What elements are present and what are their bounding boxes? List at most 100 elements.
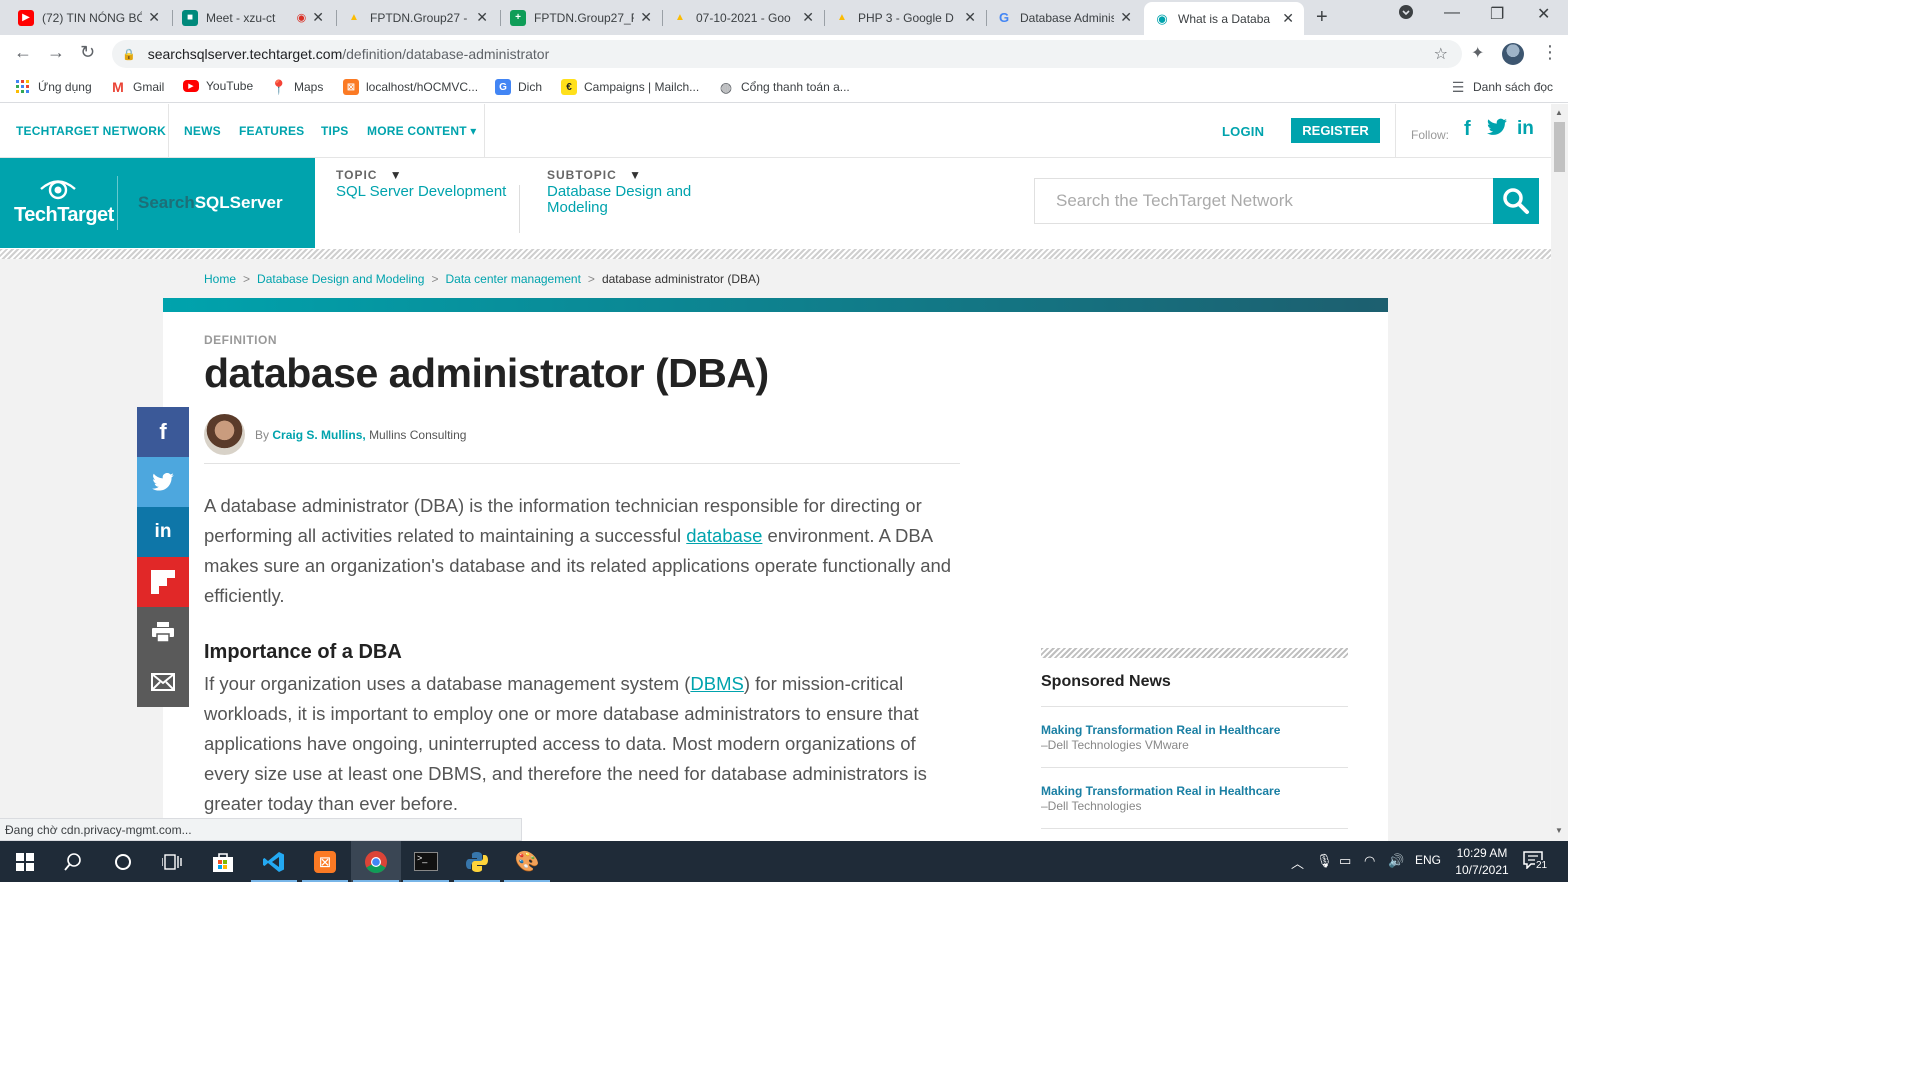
nav-features[interactable]: FEATURES [239,124,304,138]
topic-dropdown[interactable]: TOPIC ▼ [336,168,403,182]
bookmark-apps[interactable]: Ứng dụng [15,79,92,95]
share-print-button[interactable] [137,607,189,657]
language-indicator[interactable]: ENG [1415,853,1441,867]
nav-divider [484,104,485,157]
search-input[interactable]: Search the TechTarget Network [1034,178,1494,224]
clock-date: 10/7/2021 [1455,863,1509,877]
forward-icon[interactable]: → [47,42,65,63]
scroll-up-icon[interactable]: ▲ [1555,108,1563,117]
dbms-link[interactable]: DBMS [690,673,743,694]
bookmark-mailchimp[interactable]: € Campaigns | Mailch... [561,79,699,95]
tab-meet[interactable]: ■ Meet - xzu-ct ◉ ✕ [172,3,334,32]
address-bar[interactable]: 🔒 searchsqlserver.techtarget.com/definit… [112,40,1462,68]
tray-overflow-icon[interactable]: ︿ [1291,853,1304,872]
nav-techtarget-network[interactable]: TECHTARGET NETWORK [16,124,166,138]
close-icon[interactable]: ✕ [964,9,976,26]
linkedin-follow-icon[interactable]: in [1517,118,1534,140]
share-facebook-button[interactable]: f [137,407,189,457]
site-name[interactable]: SearchSQLServer [138,193,283,213]
nav-tips[interactable]: TIPS [321,124,348,138]
minimize-icon[interactable]: — [1444,4,1460,22]
microphone-icon[interactable]: 🎙 [1316,853,1333,869]
extensions-icon[interactable]: ✦ [1471,43,1484,63]
breadcrumb-data-center[interactable]: Data center management [446,272,581,286]
taskbar-store[interactable] [198,841,248,882]
print-icon [152,622,174,642]
close-icon[interactable]: ✕ [476,9,488,26]
search-button[interactable] [1493,178,1539,224]
close-icon[interactable]: ✕ [1120,9,1132,26]
taskbar-python[interactable] [452,841,502,882]
tab-search-icon[interactable] [1398,4,1414,25]
bookmark-translate[interactable]: G Dich [495,79,542,95]
page-scrollbar[interactable]: ▲ ▼ [1551,104,1568,841]
bookmark-maps[interactable]: 📍 Maps [270,79,323,95]
notification-center-button[interactable]: 21 [1523,851,1551,873]
tab-drive-php3[interactable]: ▲ PHP 3 - Google D ✕ [824,3,986,32]
volume-icon[interactable]: 🔊 [1388,853,1404,869]
techtarget-logo[interactable]: TechTarget [14,176,114,227]
cortana-button[interactable] [98,841,148,882]
share-flipboard-button[interactable] [137,557,189,607]
clock[interactable]: 10:29 AM 10/7/2021 [1449,845,1515,879]
database-link[interactable]: database [686,525,762,546]
close-icon[interactable]: ✕ [1282,10,1294,27]
nav-news[interactable]: NEWS [184,124,221,138]
task-view-button[interactable] [147,841,197,882]
sponsored-divider [1041,706,1348,707]
breadcrumb-database-design[interactable]: Database Design and Modeling [257,272,424,286]
menu-icon[interactable]: ⋮ [1541,42,1559,63]
register-button[interactable]: REGISTER [1291,118,1380,143]
close-icon[interactable]: ✕ [148,9,160,26]
reading-list[interactable]: ☰ Danh sách đọc [1450,79,1553,95]
twitter-follow-icon[interactable] [1487,118,1507,142]
sponsored-source-1: –Dell Technologies VMware [1041,738,1189,752]
battery-icon[interactable]: ▭ [1339,853,1351,869]
close-icon[interactable]: ✕ [640,9,652,26]
section-heading: Importance of a DBA [204,641,402,663]
new-tab-button[interactable]: + [1316,6,1328,29]
subtopic-dropdown[interactable]: SUBTOPIC ▼ [547,168,642,182]
author-link[interactable]: Craig S. Mullins, [272,428,365,442]
scrollbar-thumb[interactable] [1554,122,1565,172]
taskbar-paint[interactable]: 🎨 [502,841,552,882]
start-button[interactable] [0,841,50,882]
back-icon[interactable]: ← [14,42,32,63]
taskbar-chrome[interactable] [351,841,401,882]
topic-value[interactable]: SQL Server Development [336,184,506,200]
tab-sheets-group27[interactable]: + FPTDN.Group27_F ✕ [500,3,662,32]
tab-google-search[interactable]: G Database Adminis ✕ [986,3,1142,32]
bookmark-payment[interactable]: ◍ Cổng thanh toán a... [718,79,850,95]
wifi-icon[interactable]: ◠ [1364,853,1375,869]
taskbar-terminal[interactable]: >_ [401,841,451,882]
bookmark-youtube[interactable]: ▶ YouTube [183,79,253,93]
sponsored-link-2[interactable]: Making Transformation Real in Healthcare [1041,784,1280,798]
breadcrumb-home[interactable]: Home [204,272,236,286]
facebook-follow-icon[interactable]: f [1464,118,1471,141]
close-icon[interactable]: ✕ [802,9,814,26]
taskbar-xampp[interactable]: ⊠ [300,841,350,882]
window-close-icon[interactable]: ✕ [1537,4,1550,24]
reload-icon[interactable]: ↻ [80,42,95,63]
bookmark-gmail[interactable]: M Gmail [110,79,164,95]
tab-drive-group27[interactable]: ▲ FPTDN.Group27 - ✕ [336,3,498,32]
author-avatar[interactable] [204,414,245,455]
taskbar-search-button[interactable] [48,841,98,882]
subtopic-value[interactable]: Database Design and Modeling [547,184,707,216]
share-email-button[interactable] [137,657,189,707]
share-twitter-button[interactable] [137,457,189,507]
share-linkedin-button[interactable]: in [137,507,189,557]
sponsored-link-1[interactable]: Making Transformation Real in Healthcare [1041,723,1280,737]
close-icon[interactable]: ✕ [312,9,324,26]
restore-icon[interactable]: ❐ [1490,4,1504,24]
bookmark-localhost[interactable]: ⊠ localhost/hOCMVC... [343,79,478,95]
nav-more-content[interactable]: MORE CONTENT ▾ [367,124,477,138]
login-link[interactable]: LOGIN [1222,124,1264,139]
tab-youtube[interactable]: ▶ (72) TIN NÓNG BÓ ✕ [8,3,170,32]
tab-drive-0710[interactable]: ▲ 07-10-2021 - Goo ✕ [662,3,824,32]
bookmark-star-icon[interactable]: ☆ [1434,44,1448,64]
profile-avatar[interactable] [1502,43,1524,65]
scroll-down-icon[interactable]: ▼ [1555,826,1563,835]
tab-techtarget-active[interactable]: ◉ What is a Databa ✕ [1144,2,1304,35]
taskbar-vscode[interactable] [249,841,299,882]
